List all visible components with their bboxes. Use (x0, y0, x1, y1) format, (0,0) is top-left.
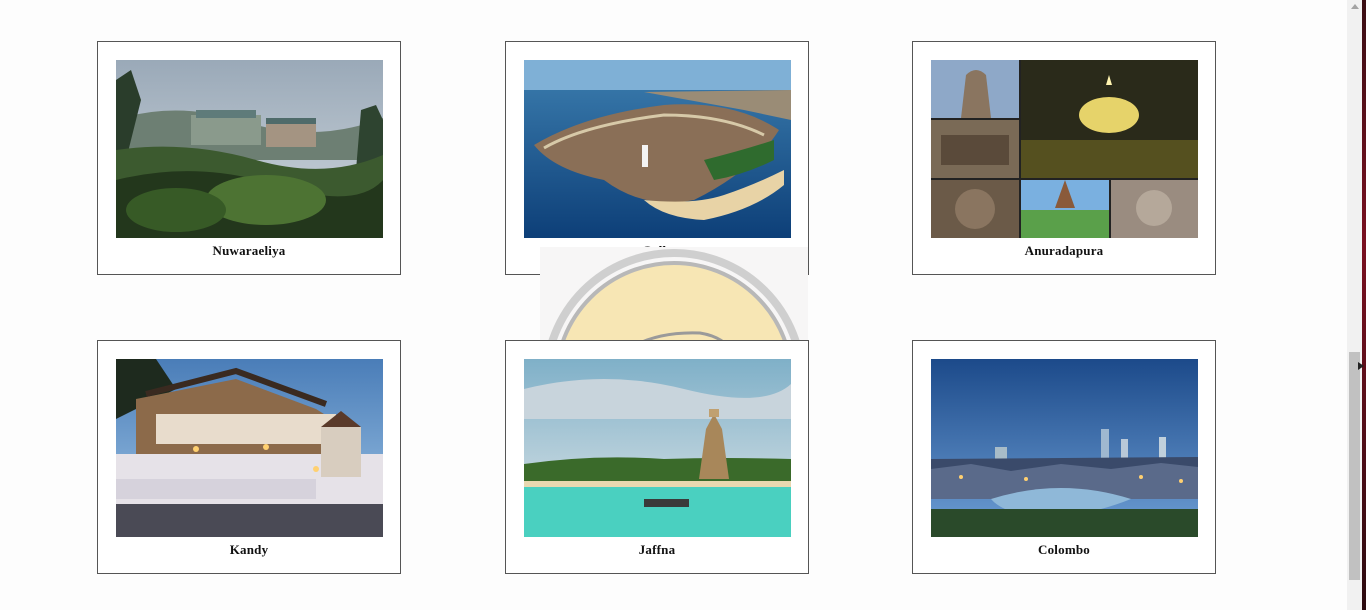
destination-name: Kandy (229, 542, 269, 557)
destination-name: Nuwaraeliya (212, 243, 286, 258)
destination-card-anuradapura[interactable]: Anuradapura (912, 41, 1216, 275)
destination-card-galle[interactable]: Galle (505, 41, 809, 275)
galle-photo (524, 60, 791, 238)
scrollbar-thumb[interactable] (1349, 352, 1360, 580)
scroll-up-icon[interactable] (1351, 4, 1359, 9)
colombo-photo (931, 359, 1198, 537)
window-edge (1362, 0, 1366, 610)
jaffna-photo (524, 359, 791, 537)
anuradapura-photo (931, 60, 1198, 238)
vertical-scrollbar[interactable] (1347, 0, 1362, 610)
mouse-cursor-icon (1358, 362, 1364, 370)
destination-name: Galle (641, 243, 673, 258)
destination-card-kandy[interactable]: Kandy (97, 340, 401, 574)
destination-card-jaffna[interactable]: Jaffna (505, 340, 809, 574)
destination-card-nuwaraeliya[interactable]: Nuwaraeliya (97, 41, 401, 275)
destination-card-colombo[interactable]: Colombo (912, 340, 1216, 574)
nuwaraeliya-photo (116, 60, 383, 238)
kandy-photo (116, 359, 383, 537)
destination-name: Anuradapura (1024, 243, 1104, 258)
destination-name: Jaffna (638, 542, 676, 557)
destination-name: Colombo (1038, 542, 1090, 557)
destinations-page: Nuwaraeliya Galle Anuradapura Kandy Jaff… (0, 0, 1366, 610)
